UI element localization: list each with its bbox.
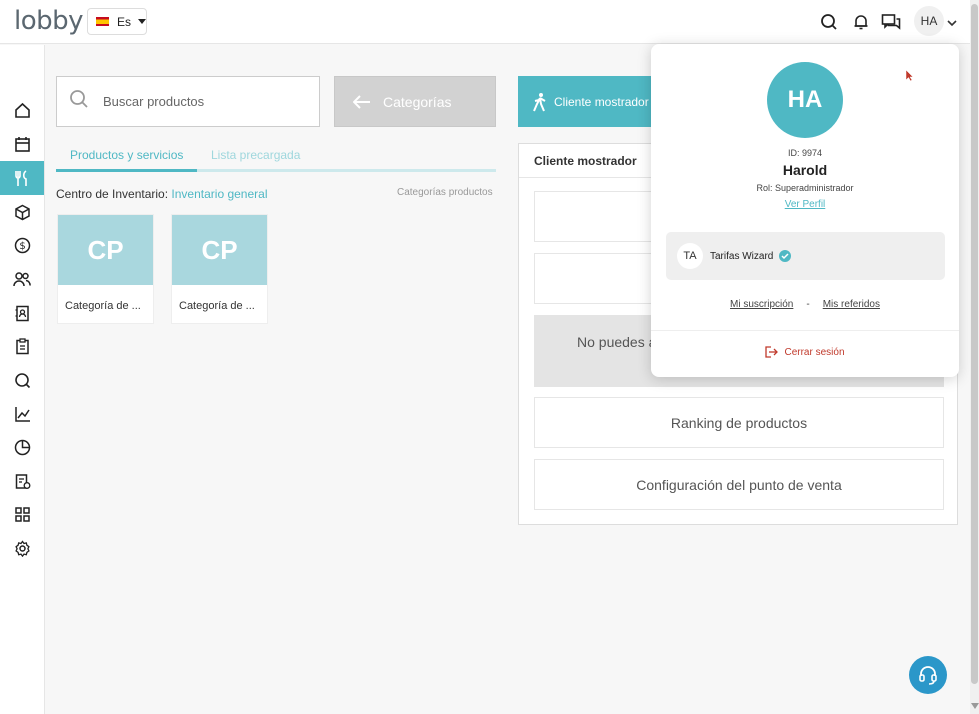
cliente-mostrador-button[interactable]: Cliente mostrador: [518, 76, 658, 127]
search-icon[interactable]: [0, 363, 44, 397]
profile-name: Harold: [782, 162, 828, 178]
ranking-label: Ranking de productos: [670, 414, 808, 431]
account-avatar: TA: [677, 243, 703, 269]
categories-button[interactable]: Categorías: [334, 76, 496, 127]
account-item[interactable]: TA Tarifas Wizard: [666, 232, 945, 280]
logout-icon: [765, 346, 779, 358]
category-name: Categoría de ...: [65, 300, 141, 312]
inventory-center: Centro de Inventario: Inventario general: [56, 187, 268, 201]
verified-check-icon: [779, 250, 792, 262]
panel-title: Cliente mostrador: [534, 154, 637, 168]
category-card[interactable]: CP Categoría de ...: [171, 214, 268, 324]
inventory-link[interactable]: Inventario general: [171, 187, 267, 201]
report-badge-icon[interactable]: [0, 464, 44, 498]
account-links: Mi suscripción - Mis referidos: [651, 299, 959, 310]
users-icon[interactable]: [0, 262, 44, 296]
arrow-left-icon: [353, 94, 370, 109]
search-icon: [69, 89, 89, 114]
user-avatar-button[interactable]: HA: [914, 6, 944, 36]
sidebar: $: [0, 45, 45, 714]
account-name: Tarifas Wizard: [710, 250, 774, 262]
walking-person-icon: [533, 92, 546, 111]
mouse-cursor-icon: [905, 69, 914, 87]
scrollbar[interactable]: [970, 0, 979, 714]
headset-icon: [919, 666, 937, 685]
inventory-label: Centro de Inventario:: [56, 187, 169, 201]
active-tab-indicator: [56, 169, 197, 172]
product-search-box[interactable]: [56, 76, 320, 127]
subscription-link[interactable]: Mi suscripción: [730, 299, 793, 310]
settings-icon[interactable]: [0, 531, 44, 565]
user-initials: HA: [920, 14, 938, 28]
categories-products-label: Categorías productos: [397, 187, 493, 198]
ranking-button[interactable]: Ranking de productos: [534, 397, 944, 448]
logout-button[interactable]: Cerrar sesión: [651, 346, 959, 358]
caret-down-icon: [138, 19, 146, 24]
language-selector[interactable]: Es: [87, 8, 147, 35]
logo[interactable]: lobby: [14, 6, 84, 36]
tab-productos-servicios[interactable]: Productos y servicios: [70, 148, 183, 162]
utensils-icon[interactable]: [0, 161, 44, 195]
scrollbar-thumb[interactable]: [971, 4, 978, 684]
search-icon[interactable]: [818, 11, 840, 33]
home-icon[interactable]: [0, 93, 44, 127]
dollar-icon[interactable]: $: [0, 228, 44, 262]
contacts-book-icon[interactable]: [0, 296, 44, 330]
pie-chart-icon[interactable]: [0, 430, 44, 464]
search-input[interactable]: [103, 94, 303, 109]
profile-role: Rol: Superadministrador: [756, 183, 854, 193]
cliente-label: Cliente mostrador: [554, 94, 649, 109]
calendar-icon[interactable]: [0, 127, 44, 161]
categories-label: Categorías: [383, 93, 452, 110]
category-name: Categoría de ...: [179, 300, 255, 312]
line-chart-icon[interactable]: [0, 397, 44, 431]
chat-icon[interactable]: [880, 11, 902, 33]
profile-dropdown: HA ID: 9974 Harold Rol: Superadministrad…: [651, 44, 959, 377]
logout-label: Cerrar sesión: [784, 346, 845, 358]
top-bar: lobby Es HA: [0, 0, 970, 44]
category-thumbnail: CP: [58, 215, 153, 285]
link-separator: -: [806, 299, 810, 310]
pos-config-label: Configuración del punto de venta: [636, 476, 842, 493]
view-profile-link[interactable]: Ver Perfil: [785, 199, 826, 210]
scroll-down-arrow-icon[interactable]: [971, 703, 979, 709]
referrals-link[interactable]: Mis referidos: [823, 299, 880, 310]
tab-lista-precargada[interactable]: Lista precargada: [211, 148, 300, 162]
help-support-button[interactable]: [909, 656, 947, 694]
pos-config-button[interactable]: Configuración del punto de venta: [534, 459, 944, 510]
divider: [651, 330, 959, 331]
box-icon[interactable]: [0, 195, 44, 229]
profile-avatar: HA: [767, 62, 843, 138]
spain-flag-icon: [96, 17, 109, 26]
category-card[interactable]: CP Categoría de ...: [57, 214, 154, 324]
svg-text:$: $: [19, 241, 25, 252]
product-tabs: Productos y servicios Lista precargada: [56, 143, 496, 172]
profile-id: ID: 9974: [787, 148, 823, 158]
bell-icon[interactable]: [850, 11, 872, 33]
chevron-down-icon[interactable]: [947, 14, 957, 32]
category-thumbnail: CP: [172, 215, 267, 285]
clipboard-icon[interactable]: [0, 329, 44, 363]
logo-text: lobby: [14, 6, 84, 36]
language-label: Es: [116, 14, 131, 29]
grid-icon[interactable]: [0, 497, 44, 531]
